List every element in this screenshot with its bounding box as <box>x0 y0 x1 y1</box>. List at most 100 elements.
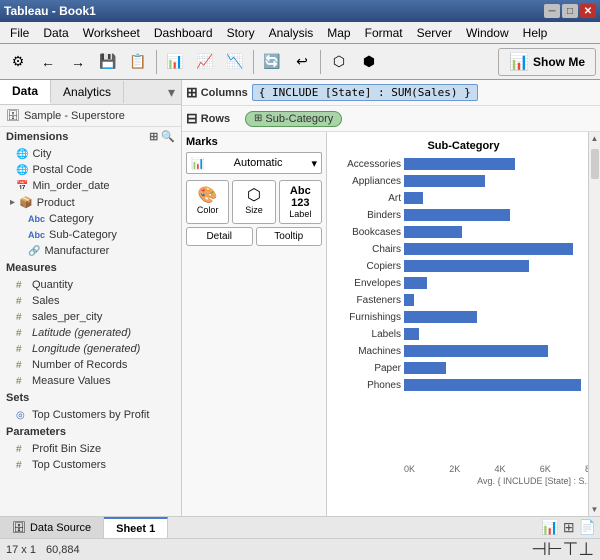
field-latitude[interactable]: # Latitude (generated) <box>0 325 181 341</box>
dimensions-icons[interactable]: ⊞ 🔍 <box>149 130 175 143</box>
menu-story[interactable]: Story <box>221 24 261 42</box>
marks-label-btn[interactable]: Abc123 Label <box>279 180 322 224</box>
menu-analysis[interactable]: Analysis <box>263 24 320 42</box>
columns-formula[interactable]: { INCLUDE [State] : SUM(Sales) } <box>252 84 478 101</box>
bar-row[interactable]: Phones <box>331 377 596 393</box>
datasource-name: Sample - Superstore <box>24 110 125 122</box>
bar-row[interactable]: Copiers <box>331 258 596 274</box>
toolbar-copy[interactable]: 📋 <box>124 48 152 76</box>
field-sales-per-city[interactable]: # sales_per_city <box>0 309 181 325</box>
minimize-button[interactable]: ─ <box>544 4 560 18</box>
menu-window[interactable]: Window <box>460 24 515 42</box>
bar-row[interactable]: Art <box>331 190 596 206</box>
marks-tooltip-btn[interactable]: Tooltip <box>256 227 323 246</box>
label-icon: Abc123 <box>282 185 319 209</box>
toolbar-present[interactable]: ⬡ <box>325 48 353 76</box>
bar-row[interactable]: Accessories <box>331 156 596 172</box>
marks-type-select[interactable]: 📊 Automatic ▾ <box>186 152 322 174</box>
search-icon[interactable]: 🔍 <box>161 130 175 143</box>
field-min-order[interactable]: 📅 Min_order_date <box>0 178 181 194</box>
marks-color-btn[interactable]: 🎨 Color <box>186 180 229 224</box>
maximize-button[interactable]: □ <box>562 4 578 18</box>
field-postal-code[interactable]: 🌐 Postal Code <box>0 162 181 178</box>
new-sheet-icon[interactable]: 📊 <box>541 519 558 536</box>
hash-icon8: # <box>16 444 28 455</box>
tab-sheet1[interactable]: Sheet 1 <box>104 517 168 538</box>
bar-row[interactable]: Fasteners <box>331 292 596 308</box>
hash-icon9: # <box>16 460 28 471</box>
menu-file[interactable]: File <box>4 24 35 42</box>
field-top-cust-param[interactable]: # Top Customers <box>0 457 181 473</box>
menu-dashboard[interactable]: Dashboard <box>148 24 219 42</box>
panel-arrow[interactable]: ▾ <box>162 84 181 101</box>
toolbar-refresh[interactable]: ↩ <box>288 48 316 76</box>
field-category[interactable]: Abc Category <box>0 211 181 227</box>
field-manufacturer[interactable]: 🔗 Manufacturer <box>0 243 181 259</box>
bar-row[interactable]: Appliances <box>331 173 596 189</box>
toolbar-datasource[interactable]: 📊 <box>161 48 189 76</box>
menu-worksheet[interactable]: Worksheet <box>77 24 146 42</box>
field-top-customers[interactable]: ◎ Top Customers by Profit <box>0 407 181 423</box>
toolbar-chart2[interactable]: 📉 <box>221 48 249 76</box>
toolbar-filter[interactable]: 🔄 <box>258 48 286 76</box>
bar-row[interactable]: Chairs <box>331 241 596 257</box>
menu-server[interactable]: Server <box>411 24 458 42</box>
field-subcategory[interactable]: Abc Sub-Category <box>0 227 181 243</box>
field-longitude[interactable]: # Longitude (generated) <box>0 341 181 357</box>
field-measure-values[interactable]: # Measure Values <box>0 373 181 389</box>
field-profit-bin[interactable]: # Profit Bin Size <box>0 441 181 457</box>
field-sales[interactable]: # Sales <box>0 293 181 309</box>
new-story-icon[interactable]: 📄 <box>579 519 596 536</box>
bottom-bar: 🗄 Data Source Sheet 1 📊 ⊞ 📄 <box>0 516 600 538</box>
field-lat-label: Latitude (generated) <box>32 327 131 339</box>
scroll-up[interactable]: ▲ <box>589 132 600 145</box>
bar-row[interactable]: Bookcases <box>331 224 596 240</box>
dimensions-header: Dimensions ⊞ 🔍 <box>0 127 181 146</box>
new-dashboard-icon[interactable]: ⊞ <box>563 519 575 536</box>
show-me-button[interactable]: 📊 Show Me <box>498 48 596 76</box>
field-records[interactable]: # Number of Records <box>0 357 181 373</box>
toolbar-chart1[interactable]: 📈 <box>191 48 219 76</box>
field-product-group[interactable]: ▸ 📦 Product <box>0 194 181 211</box>
bar-row[interactable]: Paper <box>331 360 596 376</box>
bar-row[interactable]: Machines <box>331 343 596 359</box>
rows-subcategory[interactable]: ⊞ Sub-Category <box>245 111 342 127</box>
scroll-thumb[interactable] <box>591 149 599 179</box>
datasource-icon: 🗄 <box>6 109 20 122</box>
grid-icon[interactable]: ⊞ <box>149 130 158 143</box>
menu-help[interactable]: Help <box>517 24 554 42</box>
toolbar-forward[interactable]: → <box>64 48 92 76</box>
field-mv-label: Measure Values <box>32 375 111 387</box>
dimensions-label: Dimensions <box>6 131 68 143</box>
bar-track <box>404 260 596 272</box>
chart-scrollbar[interactable]: ▲ ▼ <box>588 132 600 516</box>
menu-data[interactable]: Data <box>37 24 74 42</box>
tab-datasource[interactable]: 🗄 Data Source <box>0 517 104 538</box>
hash-icon7: # <box>16 376 28 387</box>
menu-format[interactable]: Format <box>359 24 409 42</box>
bar-row[interactable]: Labels <box>331 326 596 342</box>
bar-row[interactable]: Furnishings <box>331 309 596 325</box>
marks-bar-icon: 📊 <box>191 157 205 170</box>
tab-analytics[interactable]: Analytics <box>51 81 124 103</box>
bar-row[interactable]: Binders <box>331 207 596 223</box>
field-city[interactable]: 🌐 City <box>0 146 181 162</box>
close-button[interactable]: ✕ <box>580 4 596 18</box>
datasource-item[interactable]: 🗄 Sample - Superstore <box>0 105 181 127</box>
toolbar-back[interactable]: ← <box>34 48 62 76</box>
menu-map[interactable]: Map <box>321 24 356 42</box>
marks-size-btn[interactable]: ⬡ Size <box>232 180 275 224</box>
field-quantity[interactable]: # Quantity <box>0 277 181 293</box>
expand-arrow[interactable]: ▸ <box>10 197 15 208</box>
bar-row[interactable]: Envelopes <box>331 275 596 291</box>
toolbar-fit[interactable]: ⬢ <box>355 48 383 76</box>
bar-track <box>404 294 596 306</box>
marks-buttons2: Detail Tooltip <box>186 227 322 246</box>
scroll-down[interactable]: ▼ <box>589 503 600 516</box>
toolbar-sep3 <box>320 50 321 74</box>
toolbar-new[interactable]: ⚙ <box>4 48 32 76</box>
marks-detail-btn[interactable]: Detail <box>186 227 253 246</box>
toolbar-save[interactable]: 💾 <box>94 48 122 76</box>
field-lon-label: Longitude (generated) <box>32 343 140 355</box>
tab-data[interactable]: Data <box>0 80 51 104</box>
